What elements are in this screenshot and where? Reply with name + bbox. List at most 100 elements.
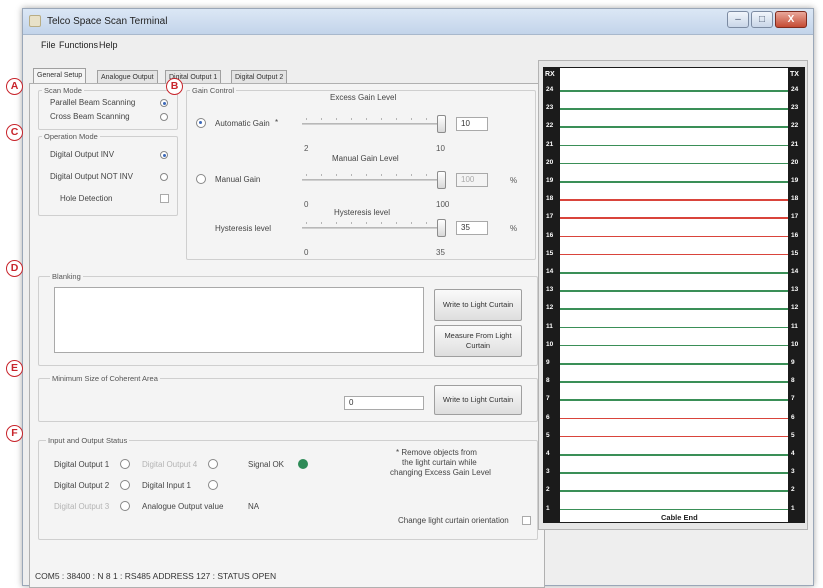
tx-beam-number: 14 [791,268,799,275]
rx-label: RX [545,71,555,78]
rx-column: RX 24 23 22 21 20 19 18 17 16 15 14 13 12 11 10 9 8 7 6 5 4 3… [543,67,560,523]
excess-gain-input[interactable]: 10 [456,117,488,131]
tx-beam-number: 7 [791,395,795,403]
excess-gain-title: Excess Gain Level [330,93,397,102]
rx-beam-number: 13 [546,286,554,294]
digital-output-inv-label: Digital Output INV [50,150,115,159]
digital-output-2-label: Digital Output 2 [54,481,110,490]
general-setup-panel: Scan Mode Parallel Beam Scanning Cross B… [29,83,545,588]
beam-line [560,490,788,492]
parallel-beam-radio[interactable] [160,99,168,107]
maximize-button[interactable]: □ [751,11,773,28]
rx-beam-number: 19 [546,177,554,184]
rx-beam-number: 1 [546,504,550,512]
beam-line [560,417,788,420]
hysteresis-slider-thumb[interactable] [437,219,446,237]
marker-d: D [6,260,23,277]
blanking-write-button[interactable]: Write to Light Curtain [434,289,522,321]
manual-gain-input[interactable]: 100 [456,173,488,187]
hole-detection-checkbox[interactable] [160,194,169,203]
hysteresis-unit: % [510,224,518,233]
digital-output-not-inv-label: Digital Output NOT INV [50,172,133,181]
close-button[interactable]: X [775,11,807,28]
tx-beam-number: 18 [791,195,799,203]
tx-beam-number: 19 [791,177,799,184]
blanking-textarea[interactable] [54,287,424,353]
tx-beam-number: 16 [791,231,799,239]
beam-line [560,162,788,165]
tx-label: TX [790,71,799,78]
rx-beam-number: 8 [546,377,550,385]
digital-output-3-label: Digital Output 3 [54,502,110,511]
orientation-checkbox[interactable] [522,516,531,525]
digital-output-1-indicator [120,459,130,469]
rx-beam-number: 17 [546,213,554,221]
digital-output-not-inv-radio[interactable] [160,173,168,181]
beam-line [560,108,788,110]
minimize-button[interactable]: – [727,11,749,28]
tx-beam-number: 20 [791,158,799,166]
automatic-gain-asterisk: * [275,118,279,127]
note-line-3: changing Excess Gain Level [390,468,491,477]
coherent-area-input[interactable]: 0 [344,396,424,410]
tx-beam-number: 15 [791,249,799,257]
analogue-output-value: NA [248,502,260,511]
digital-output-1-label: Digital Output 1 [54,460,110,469]
digital-output-3-indicator [120,501,130,511]
digital-input-1-label: Digital Input 1 [142,481,191,490]
tx-beam-number: 3 [791,468,795,476]
hysteresis-track [302,227,446,229]
tab-general-setup[interactable]: General Setup [33,68,87,84]
tx-beam-number: 2 [791,486,795,494]
tx-beam-number: 5 [791,431,795,439]
blanking-title: Blanking [50,272,83,281]
manual-gain-slider-thumb[interactable] [437,171,446,189]
rx-beam-number: 15 [546,249,554,257]
beam-line [560,308,788,310]
marker-b: B [166,78,183,95]
tx-beam-number: 22 [791,122,799,130]
marker-f: F [6,425,23,442]
excess-gain-ticks [306,118,442,120]
manual-gain-label: Manual Gain [215,175,261,184]
analogue-output-label: Analogue Output value [142,502,224,511]
signal-ok-label: Signal OK [248,460,285,469]
light-curtain-view: RX 24 23 22 21 20 19 18 17 16 15 14 13 12 11 10 9 8 7 6 5 4 3… [538,60,808,530]
menu-file[interactable]: File [41,40,56,50]
beam-line [560,454,788,456]
excess-gain-slider-thumb[interactable] [437,115,446,133]
beam-line [560,272,788,274]
rx-beam-number: 14 [546,268,554,275]
rx-beam-number: 6 [546,413,550,421]
tx-beam-number: 8 [791,377,795,385]
parallel-beam-label: Parallel Beam Scanning [50,98,136,107]
rx-beam-number: 5 [546,431,550,439]
beam-line [560,344,788,347]
rx-beam-number: 3 [546,468,550,476]
rx-beam-number: 7 [546,395,550,403]
menu-functions[interactable]: Functions [59,40,98,50]
manual-gain-radio[interactable] [196,174,206,184]
coherent-area-write-button[interactable]: Write to Light Curtain [434,385,522,415]
excess-gain-track [302,123,446,125]
digital-output-inv-radio[interactable] [160,151,168,159]
blanking-measure-button[interactable]: Measure From Light Curtain [434,325,522,357]
beam-line [560,181,788,183]
cross-beam-radio[interactable] [160,113,168,121]
tab-digital-output-2[interactable]: Digital Output 2 [231,70,288,84]
rx-beam-number: 2 [546,486,550,494]
note-line-1: * Remove objects from [396,448,477,457]
tx-beam-number: 9 [791,359,795,366]
digital-output-2-indicator [120,480,130,490]
beam-line [560,144,788,147]
hysteresis-input[interactable]: 35 [456,221,488,235]
menu-help[interactable]: Help [99,40,118,50]
cross-beam-label: Cross Beam Scanning [50,112,130,121]
automatic-gain-radio[interactable] [196,118,206,128]
automatic-gain-label: Automatic Gain [215,119,270,128]
tx-beam-number: 11 [791,322,798,330]
digital-input-1-indicator [208,480,218,490]
tab-analogue-output[interactable]: Analogue Output [97,70,158,84]
rx-beam-number: 21 [546,140,554,148]
rx-beam-number: 9 [546,359,550,366]
